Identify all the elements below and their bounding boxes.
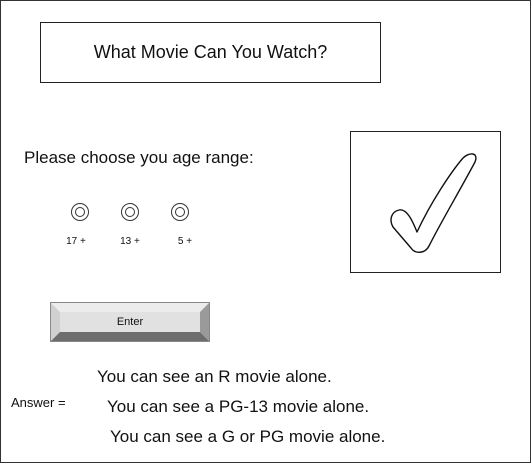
answer-text-r: You can see an R movie alone. — [97, 367, 332, 386]
radio-label-5-plus: 5 + — [177, 236, 193, 247]
checkmark-icon — [390, 153, 477, 253]
answer-text-g-pg: You can see a G or PG movie alone. — [110, 427, 386, 446]
result-image-box — [350, 131, 501, 273]
enter-button[interactable]: Enter — [50, 302, 210, 342]
radio-17-plus[interactable] — [71, 203, 89, 221]
enter-button-label: Enter — [116, 316, 144, 328]
answer-text-pg13: You can see a PG-13 movie alone. — [107, 397, 370, 416]
age-range-prompt: Please choose you age range: — [24, 148, 254, 167]
radio-5-plus[interactable] — [171, 203, 189, 221]
radio-13-plus[interactable] — [121, 203, 139, 221]
answer-label: Answer = — [11, 395, 66, 410]
radio-label-13-plus: 13 + — [120, 236, 140, 247]
page-title-box: What Movie Can You Watch? — [40, 22, 381, 83]
page-title: What Movie Can You Watch? — [93, 42, 328, 62]
radio-label-17-plus: 17 + — [66, 236, 86, 247]
